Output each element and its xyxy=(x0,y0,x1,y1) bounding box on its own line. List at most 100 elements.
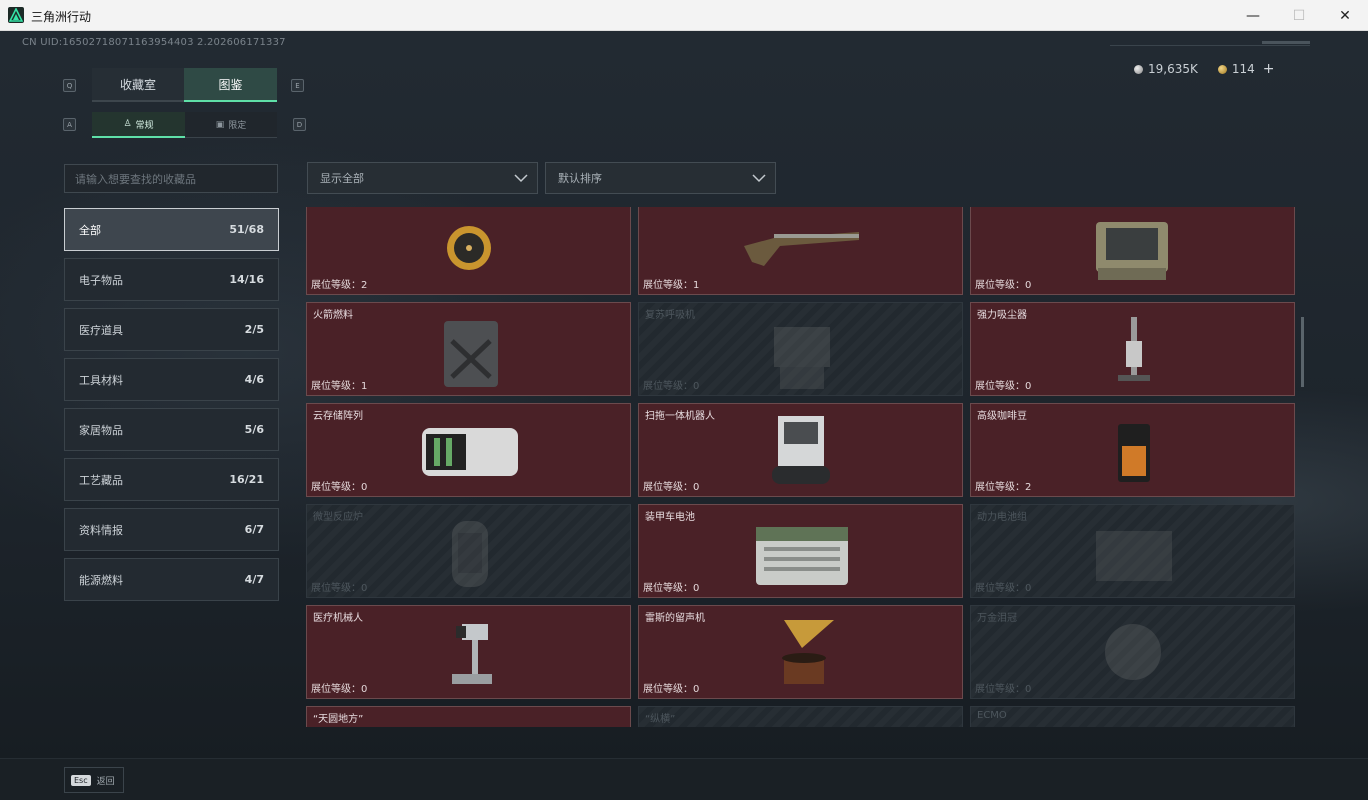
sort-dropdown[interactable]: 默认排序 xyxy=(545,162,776,194)
bottom-bar: Esc 返回 xyxy=(0,758,1368,800)
vehicle-battery-icon xyxy=(744,513,859,591)
ventilator-icon xyxy=(744,311,859,389)
player-uid: CN UID:16502718071163954403 2.2026061713… xyxy=(22,37,286,48)
gramophone-icon xyxy=(744,614,859,692)
item-name: 万金泪冠 xyxy=(977,613,1017,624)
game-viewport: CN UID:16502718071163954403 2.2026061713… xyxy=(0,31,1368,800)
back-button[interactable]: Esc 返回 xyxy=(64,767,124,793)
collection-card[interactable]: 复苏呼吸机展位等级：0 xyxy=(638,302,963,396)
key-d-hint: D xyxy=(293,118,306,131)
maximize-button[interactable]: ☐ xyxy=(1276,0,1322,31)
crown-icon xyxy=(1076,614,1191,692)
subtab-normal-label: 常规 xyxy=(135,120,154,131)
item-level: 展位等级：0 xyxy=(311,684,368,695)
collection-card[interactable]: 展位等级：0 xyxy=(970,207,1295,295)
item-icon xyxy=(744,715,859,727)
category-item[interactable]: 工艺藏品 16/21 xyxy=(64,458,279,501)
silver-coin-icon xyxy=(1134,64,1143,74)
collection-card[interactable]: 展位等级：2 xyxy=(306,207,631,295)
collection-card[interactable]: 医疗机械人展位等级：0 xyxy=(306,605,631,699)
medical-robot-icon xyxy=(412,614,527,692)
window-title: 三角洲行动 xyxy=(31,10,92,24)
collection-card[interactable]: ECMO xyxy=(970,706,1295,727)
category-item[interactable]: 能源燃料 4/7 xyxy=(64,558,279,601)
item-level: 展位等级：0 xyxy=(643,684,700,695)
item-level: 展位等级：2 xyxy=(311,280,368,291)
item-name: 动力电池组 xyxy=(977,512,1027,523)
key-a-hint: A xyxy=(63,118,76,131)
category-label: 全部 xyxy=(79,223,101,237)
key-e-hint: E xyxy=(291,79,304,92)
gold-watch-icon xyxy=(412,715,527,727)
collection-card[interactable]: 装甲车电池 展位等级：0 xyxy=(638,504,963,598)
limited-icon: ▣ xyxy=(215,119,225,130)
category-item[interactable]: 家居物品 5/6 xyxy=(64,408,279,451)
chevron-down-icon xyxy=(514,174,528,183)
collection-card[interactable]: “天圆地方” xyxy=(306,706,631,727)
collection-card[interactable]: 微型反应炉 展位等级：0 xyxy=(306,504,631,598)
app-logo-icon xyxy=(8,7,24,23)
collection-card[interactable]: 火箭燃料 展位等级：1 xyxy=(306,302,631,396)
grid-scrollbar[interactable] xyxy=(1301,317,1304,387)
micro-reactor-icon xyxy=(412,513,527,591)
item-level: 展位等级：2 xyxy=(975,482,1032,493)
title-bar: 三角洲行动 — ☐ ✕ xyxy=(0,0,1368,31)
tab-catalog[interactable]: 图鉴 xyxy=(184,68,277,102)
item-level: 展位等级：0 xyxy=(311,583,368,594)
category-label: 工具材料 xyxy=(79,373,123,387)
item-name: 复苏呼吸机 xyxy=(645,310,695,321)
item-name: 高级咖啡豆 xyxy=(977,411,1027,422)
category-item[interactable]: 资料情报 6/7 xyxy=(64,508,279,551)
category-count: 51/68 xyxy=(229,223,264,236)
collection-card[interactable]: 展位等级：1 xyxy=(638,207,963,295)
category-count: 2/5 xyxy=(244,323,264,336)
item-name: 雷斯的留声机 xyxy=(645,613,705,624)
category-count: 6/7 xyxy=(244,523,264,536)
category-count: 4/7 xyxy=(244,573,264,586)
category-label: 能源燃料 xyxy=(79,573,123,587)
category-item[interactable]: 医疗道具 2/5 xyxy=(64,308,279,351)
subtab-normal[interactable]: ♙ 常规 xyxy=(92,112,185,138)
item-level: 展位等级：0 xyxy=(975,280,1032,291)
battery-pack-icon xyxy=(1076,513,1191,591)
item-name: 装甲车电池 xyxy=(645,512,695,523)
item-name: 云存储阵列 xyxy=(313,411,363,422)
header-divider xyxy=(1110,45,1310,46)
add-currency-button[interactable]: + xyxy=(1263,61,1275,77)
item-name: 医疗机械人 xyxy=(313,613,363,624)
category-label: 医疗道具 xyxy=(79,323,123,337)
collection-card[interactable]: 强力吸尘器 展位等级：0 xyxy=(970,302,1295,396)
collection-card[interactable]: 动力电池组 展位等级：0 xyxy=(970,504,1295,598)
category-count: 16/21 xyxy=(229,473,264,486)
item-name: “天圆地方” xyxy=(313,714,364,725)
subtab-limited[interactable]: ▣ 限定 xyxy=(185,112,277,138)
collection-card[interactable]: 扫拖一体机器人 展位等级：0 xyxy=(638,403,963,497)
gold-watch-icon xyxy=(412,210,527,288)
show-filter-dropdown[interactable]: 显示全部 xyxy=(307,162,538,194)
subtab-limited-label: 限定 xyxy=(228,121,247,131)
item-name: 扫拖一体机器人 xyxy=(645,411,715,422)
normal-icon: ♙ xyxy=(123,119,132,129)
item-icon xyxy=(1076,715,1191,727)
category-item[interactable]: 工具材料 4/6 xyxy=(64,358,279,401)
robot-mop-icon xyxy=(744,412,859,490)
collection-card[interactable]: “纵横” xyxy=(638,706,963,727)
item-level: 展位等级：0 xyxy=(643,482,700,493)
minimize-button[interactable]: — xyxy=(1230,0,1276,31)
collection-grid: 展位等级：2 展位等级：1 展位等级：0 火箭燃料 展位等级：1 复苏呼吸机 展位等级：0 强… xyxy=(306,207,1296,727)
item-level: 展位等级：0 xyxy=(975,684,1032,695)
tab-collection-room[interactable]: 收藏室 xyxy=(92,68,184,102)
category-item[interactable]: 电子物品 14/16 xyxy=(64,258,279,301)
category-label: 工艺藏品 xyxy=(79,473,123,487)
show-filter-value: 显示全部 xyxy=(320,172,364,185)
currency-display: 19,635K 114 + xyxy=(1134,61,1275,77)
search-input[interactable]: 请输入想要查找的收藏品 xyxy=(64,164,278,193)
close-button[interactable]: ✕ xyxy=(1322,0,1368,31)
collection-card[interactable]: 雷斯的留声机 展位等级：0 xyxy=(638,605,963,699)
collection-card[interactable]: 高级咖啡豆展位等级：2 xyxy=(970,403,1295,497)
category-count: 4/6 xyxy=(244,373,264,386)
collection-card[interactable]: 云存储阵列 展位等级：0 xyxy=(306,403,631,497)
category-item[interactable]: 全部 51/68 xyxy=(64,208,279,251)
item-level: 展位等级：0 xyxy=(643,381,700,392)
collection-card[interactable]: 万金泪冠展位等级：0 xyxy=(970,605,1295,699)
